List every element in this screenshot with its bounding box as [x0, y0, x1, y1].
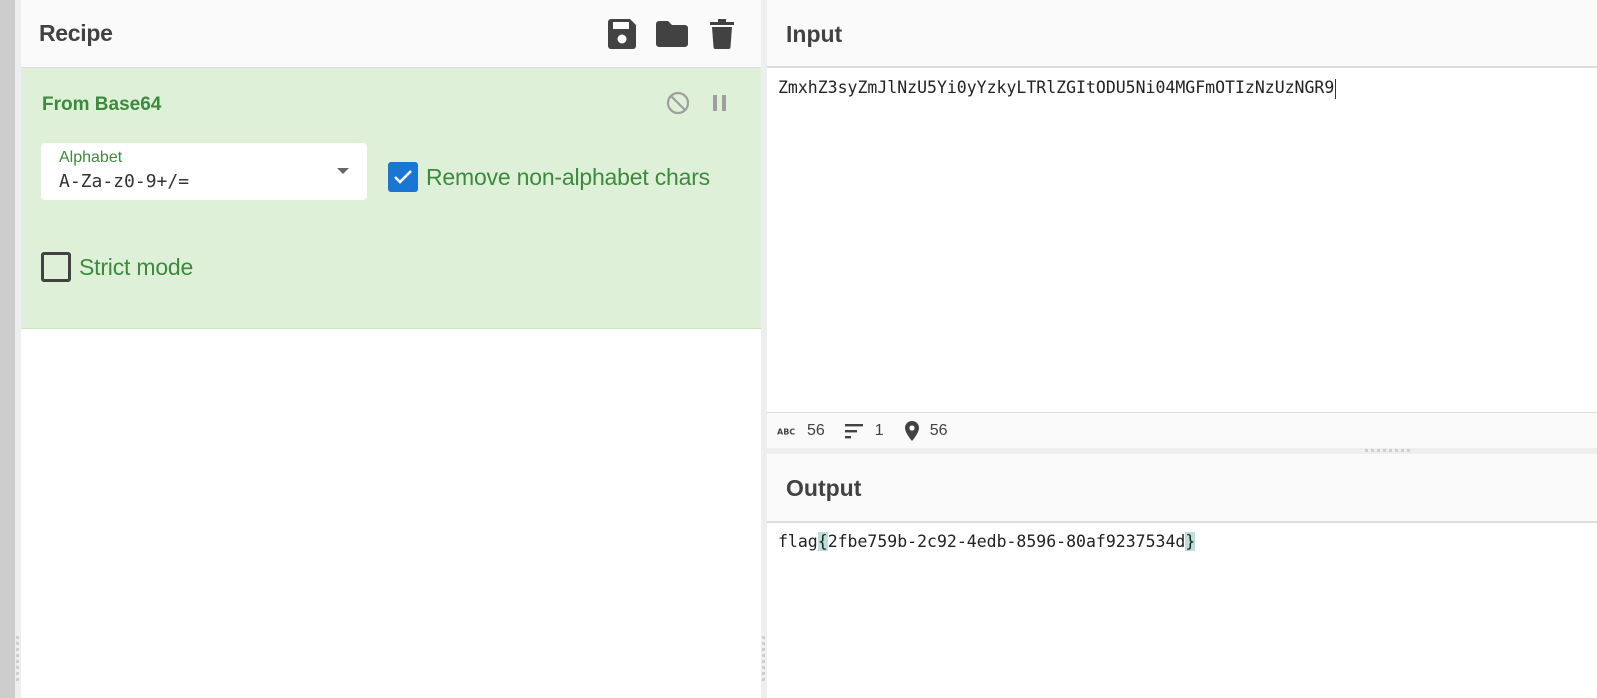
output-prefix: flag: [778, 532, 818, 551]
position-stat: 56: [904, 420, 948, 441]
length-stat: ABC 56: [777, 422, 825, 440]
grip-dot: [762, 642, 765, 645]
grip-dot: [762, 648, 765, 651]
grip-dot: [762, 654, 765, 657]
checkbox-checked-icon[interactable]: [388, 162, 418, 192]
recipe-panel: Recipe From Base64 Alphabet A-Za-z0-9+/=…: [21, 0, 761, 698]
save-icon[interactable]: [605, 17, 639, 51]
grip-dot: [16, 648, 19, 651]
trash-icon[interactable]: [705, 17, 739, 51]
disable-icon[interactable]: [665, 90, 691, 116]
recipe-title: Recipe: [39, 20, 113, 46]
grip-dot: [762, 666, 765, 669]
position-value: 56: [929, 421, 948, 439]
checkbox-unchecked-icon[interactable]: [41, 252, 71, 282]
grip-dot: [16, 666, 19, 669]
grip-dot: [1377, 449, 1380, 452]
text-cursor: [1335, 78, 1337, 99]
grip-dot: [1383, 449, 1386, 452]
grip-dot: [762, 678, 765, 681]
operation-from-base64: From Base64 Alphabet A-Za-z0-9+/= Remove…: [21, 68, 761, 329]
grip-dot: [1395, 449, 1398, 452]
lines-icon: [844, 423, 865, 439]
grip-dot: [16, 654, 19, 657]
grip-dot: [16, 672, 19, 675]
grip-dot: [16, 636, 19, 639]
input-value: ZmxhZ3syZmJlNzU5Yi0yYzkyLTRlZGItODU5Ni04…: [778, 78, 1335, 97]
alphabet-label: Alphabet: [59, 149, 123, 166]
output-body: 2fbe759b-2c92-4edb-8596-80af9237534d: [827, 532, 1186, 551]
strict-mode-label: Strict mode: [79, 253, 194, 280]
lines-value: 1: [874, 421, 884, 439]
input-textarea[interactable]: ZmxhZ3syZmJlNzU5Yi0yYzkyLTRlZGItODU5Ni04…: [778, 78, 1337, 99]
bracket-match-close: }: [1185, 532, 1196, 551]
output-title: Output: [786, 475, 862, 501]
recipe-header: Recipe: [21, 0, 761, 68]
recipe-toolbar: [605, 17, 739, 51]
grip-dot: [16, 678, 19, 681]
operation-title: From Base64: [42, 94, 162, 115]
grip-dot: [762, 636, 765, 639]
grip-dot: [16, 660, 19, 663]
grip-dot: [762, 672, 765, 675]
location-pin-icon: [904, 420, 920, 441]
svg-text:ABC: ABC: [777, 427, 795, 436]
left-edge-strip: [0, 0, 15, 698]
grip-dot: [1407, 449, 1410, 452]
alphabet-dropdown[interactable]: Alphabet A-Za-z0-9+/=: [41, 143, 367, 200]
operation-controls: [665, 90, 733, 116]
grip-dot: [1365, 449, 1368, 452]
grip-dot: [1401, 449, 1404, 452]
alphabet-value: A-Za-z0-9+/=: [59, 171, 190, 192]
grip-dot: [1389, 449, 1392, 452]
length-value: 56: [807, 421, 825, 439]
chevron-down-icon: [337, 168, 349, 174]
output-textarea[interactable]: flag{2fbe759b-2c92-4edb-8596-80af9237534…: [778, 532, 1196, 551]
grip-dot: [1371, 449, 1374, 452]
grip-dot: [762, 660, 765, 663]
abc-icon: ABC: [777, 426, 797, 436]
grip-dot: [16, 642, 19, 645]
pause-icon[interactable]: [707, 90, 733, 116]
remove-non-alphabet-label: Remove non-alphabet chars: [426, 163, 710, 190]
remove-non-alphabet-checkbox[interactable]: Remove non-alphabet chars: [388, 162, 710, 192]
folder-open-icon[interactable]: [655, 17, 689, 51]
io-panel: Input ZmxhZ3syZmJlNzU5Yi0yYzkyLTRlZGItOD…: [767, 0, 1597, 698]
bracket-match-open: {: [817, 532, 828, 551]
lines-stat: 1: [844, 421, 884, 440]
input-header: Input: [767, 0, 1597, 68]
output-header: Output: [767, 454, 1597, 523]
input-status-bar: ABC 56 1 56: [767, 412, 1597, 448]
input-title: Input: [786, 21, 843, 47]
strict-mode-checkbox[interactable]: Strict mode: [41, 252, 193, 282]
